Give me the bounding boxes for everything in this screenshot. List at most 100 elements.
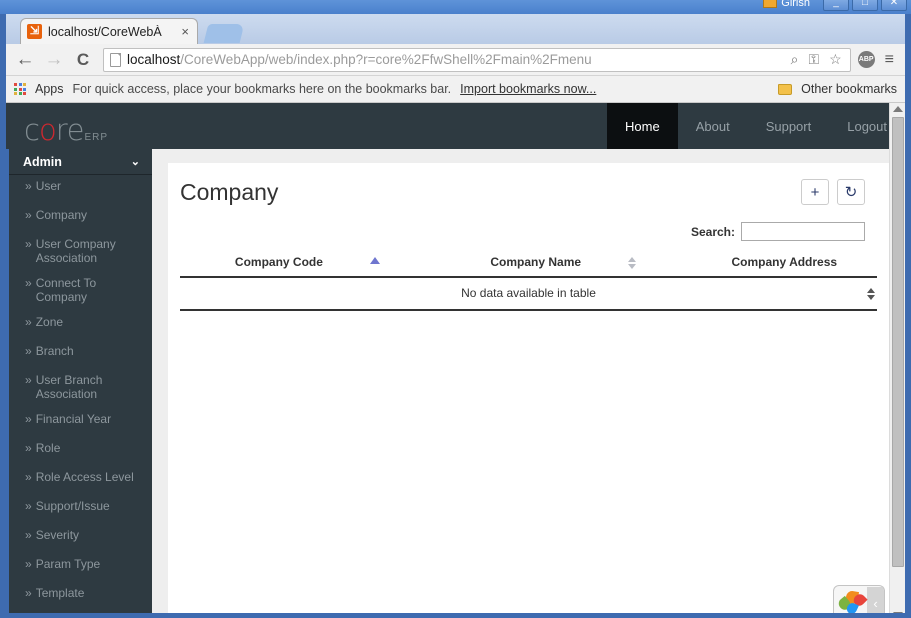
other-bookmarks-label[interactable]: Other bookmarks bbox=[801, 82, 897, 96]
adblock-plus-icon[interactable]: ABP bbox=[857, 51, 875, 68]
page-scrollbar[interactable] bbox=[889, 103, 905, 613]
sidebar-item-connect-to-company[interactable]: » Connect To Company bbox=[9, 272, 152, 311]
forward-button[interactable]: → bbox=[43, 50, 65, 69]
app-header: c o r e ERP Home About Support Logout bbox=[6, 103, 905, 149]
bookmark-star-icon[interactable]: ☆ bbox=[827, 51, 844, 68]
nav-item-support[interactable]: Support bbox=[748, 103, 830, 149]
bullet-icon: » bbox=[25, 237, 32, 251]
import-bookmarks-link[interactable]: Import bookmarks now... bbox=[460, 82, 596, 96]
column-label: Company Name bbox=[490, 255, 582, 269]
sidebar-item-template[interactable]: » Template bbox=[9, 582, 152, 611]
widget-collapse-icon[interactable]: ‹ bbox=[867, 586, 884, 613]
nav-item-home[interactable]: Home bbox=[607, 103, 678, 149]
window-maximize-button[interactable]: □ bbox=[852, 0, 878, 11]
sidebar-item-label: Branch bbox=[35, 344, 74, 358]
bullet-icon: » bbox=[25, 441, 32, 455]
sidebar-item-zone[interactable]: » Zone bbox=[9, 311, 152, 340]
tab-close-icon[interactable]: × bbox=[179, 24, 191, 39]
apps-grid-icon[interactable] bbox=[14, 83, 26, 95]
sidebar-item-label: Financial Year bbox=[35, 412, 112, 426]
sidebar-item-label: Support/Issue bbox=[35, 499, 110, 513]
add-button[interactable]: + bbox=[801, 179, 829, 205]
sort-ascending-icon[interactable] bbox=[370, 257, 381, 264]
sidebar-item-company[interactable]: » Company bbox=[9, 204, 152, 233]
sidebar-item-label: Company bbox=[35, 208, 88, 222]
bullet-icon: » bbox=[25, 470, 32, 484]
bullet-icon: » bbox=[25, 179, 32, 193]
bullet-icon: » bbox=[25, 344, 32, 358]
sidebar-item-label: Connect To Company bbox=[35, 276, 97, 304]
browser-toolbar: ← → C localhost/CoreWebApp/web/index.php… bbox=[6, 44, 905, 76]
scroll-down-icon[interactable] bbox=[893, 612, 903, 613]
sidebar-item-user-branch-association[interactable]: » User Branch Association bbox=[9, 369, 152, 408]
column-header-company-address[interactable]: Company Address bbox=[691, 253, 877, 278]
company-table-wrapper: Company Code Company Name Company Addres… bbox=[178, 253, 879, 311]
sort-both-icon[interactable] bbox=[628, 256, 637, 269]
sidebar-item-label: Template bbox=[35, 586, 85, 600]
url-path: /CoreWebApp/web/index.php?r=core%2FfwShe… bbox=[180, 52, 592, 67]
address-bar[interactable]: localhost/CoreWebApp/web/index.php?r=cor… bbox=[103, 47, 851, 72]
sidebar-item-severity[interactable]: » Severity bbox=[9, 524, 152, 553]
bullet-icon: » bbox=[25, 276, 32, 290]
sidebar-item-role-access-level[interactable]: » Role Access Level bbox=[9, 466, 152, 495]
sidebar-item-label: Param Type bbox=[35, 557, 101, 571]
search-label: Search: bbox=[690, 224, 735, 239]
sidebar-item-label: Role Access Level bbox=[35, 470, 134, 484]
sidebar-item-financial-year[interactable]: » Financial Year bbox=[9, 408, 152, 437]
os-user-indicator[interactable]: Girish bbox=[763, 0, 810, 9]
nav-item-about[interactable]: About bbox=[678, 103, 748, 149]
browser-menu-icon[interactable]: ≡ bbox=[882, 51, 897, 69]
scrollbar-thumb[interactable] bbox=[892, 117, 904, 567]
new-tab-button[interactable] bbox=[203, 24, 245, 43]
row-spinner-icon[interactable] bbox=[867, 287, 875, 300]
sidebar-section-admin[interactable]: Admin ⌄ bbox=[9, 149, 152, 175]
sidebar-item-label: User bbox=[35, 179, 62, 193]
sidebar-item-support-issue[interactable]: » Support/Issue bbox=[9, 495, 152, 524]
panel-header: Company + ↻ bbox=[178, 179, 879, 206]
sidebar-item-branch[interactable]: » Branch bbox=[9, 340, 152, 369]
bullet-icon: » bbox=[25, 528, 32, 542]
column-header-company-name[interactable]: Company Name bbox=[435, 253, 692, 278]
bullet-icon: » bbox=[25, 315, 32, 329]
logo-letter-o: o bbox=[38, 113, 57, 147]
empty-message: No data available in table bbox=[461, 286, 596, 300]
sidebar-item-param-type[interactable]: » Param Type bbox=[9, 553, 152, 582]
page-info-icon[interactable] bbox=[110, 52, 121, 67]
browser-tab-active[interactable]: ⇲ localhost/CoreWebÀ × bbox=[20, 18, 198, 44]
window-minimize-button[interactable]: _ bbox=[823, 0, 849, 11]
column-label: Company Address bbox=[731, 255, 838, 269]
window-close-button[interactable]: ✕ bbox=[881, 0, 907, 11]
widget-logo-icon bbox=[836, 589, 868, 613]
company-panel: Company + ↻ Search: Company Code Company… bbox=[168, 163, 889, 613]
sidebar: Admin ⌄ » User » Company » User Company … bbox=[6, 149, 152, 613]
reload-icon[interactable]: C bbox=[72, 51, 94, 68]
sidebar-item-role[interactable]: » Role bbox=[9, 437, 152, 466]
table-empty-row: No data available in table bbox=[180, 277, 877, 311]
chevron-down-icon[interactable]: ⌄ bbox=[131, 155, 140, 168]
sidebar-item-label: Severity bbox=[35, 528, 80, 542]
main-columns: Admin ⌄ » User » Company » User Company … bbox=[6, 149, 905, 613]
bullet-icon: » bbox=[25, 499, 32, 513]
search-input[interactable] bbox=[741, 222, 865, 241]
apps-shortcut-label[interactable]: Apps bbox=[35, 82, 64, 96]
sidebar-item-user[interactable]: » User bbox=[9, 175, 152, 204]
search-icon[interactable]: ⌕ bbox=[789, 51, 801, 68]
column-header-company-code[interactable]: Company Code bbox=[180, 253, 436, 278]
refresh-icon[interactable]: ↻ bbox=[837, 179, 865, 205]
coreerp-logo[interactable]: c o r e ERP bbox=[6, 103, 108, 149]
os-window-titlebar: Girish _ □ ✕ bbox=[0, 0, 911, 14]
bullet-icon: » bbox=[25, 557, 32, 571]
address-bar-url: localhost/CoreWebApp/web/index.php?r=cor… bbox=[127, 52, 783, 67]
back-button[interactable]: ← bbox=[14, 50, 36, 69]
scroll-up-icon[interactable] bbox=[893, 106, 903, 112]
floating-widget[interactable]: ‹ bbox=[833, 585, 885, 613]
empty-message-cell: No data available in table bbox=[180, 277, 877, 311]
search-row: Search: bbox=[178, 222, 879, 241]
bookmarks-hint-text: For quick access, place your bookmarks h… bbox=[72, 82, 452, 96]
key-icon[interactable]: ⚿ bbox=[806, 51, 821, 68]
table-header-row: Company Code Company Name Company Addres… bbox=[180, 253, 877, 278]
column-label: Company Code bbox=[234, 255, 323, 269]
xampp-favicon-icon: ⇲ bbox=[27, 24, 42, 39]
sidebar-item-user-company-association[interactable]: » User Company Association bbox=[9, 233, 152, 272]
table-head: Company Code Company Name Company Addres… bbox=[180, 253, 877, 278]
